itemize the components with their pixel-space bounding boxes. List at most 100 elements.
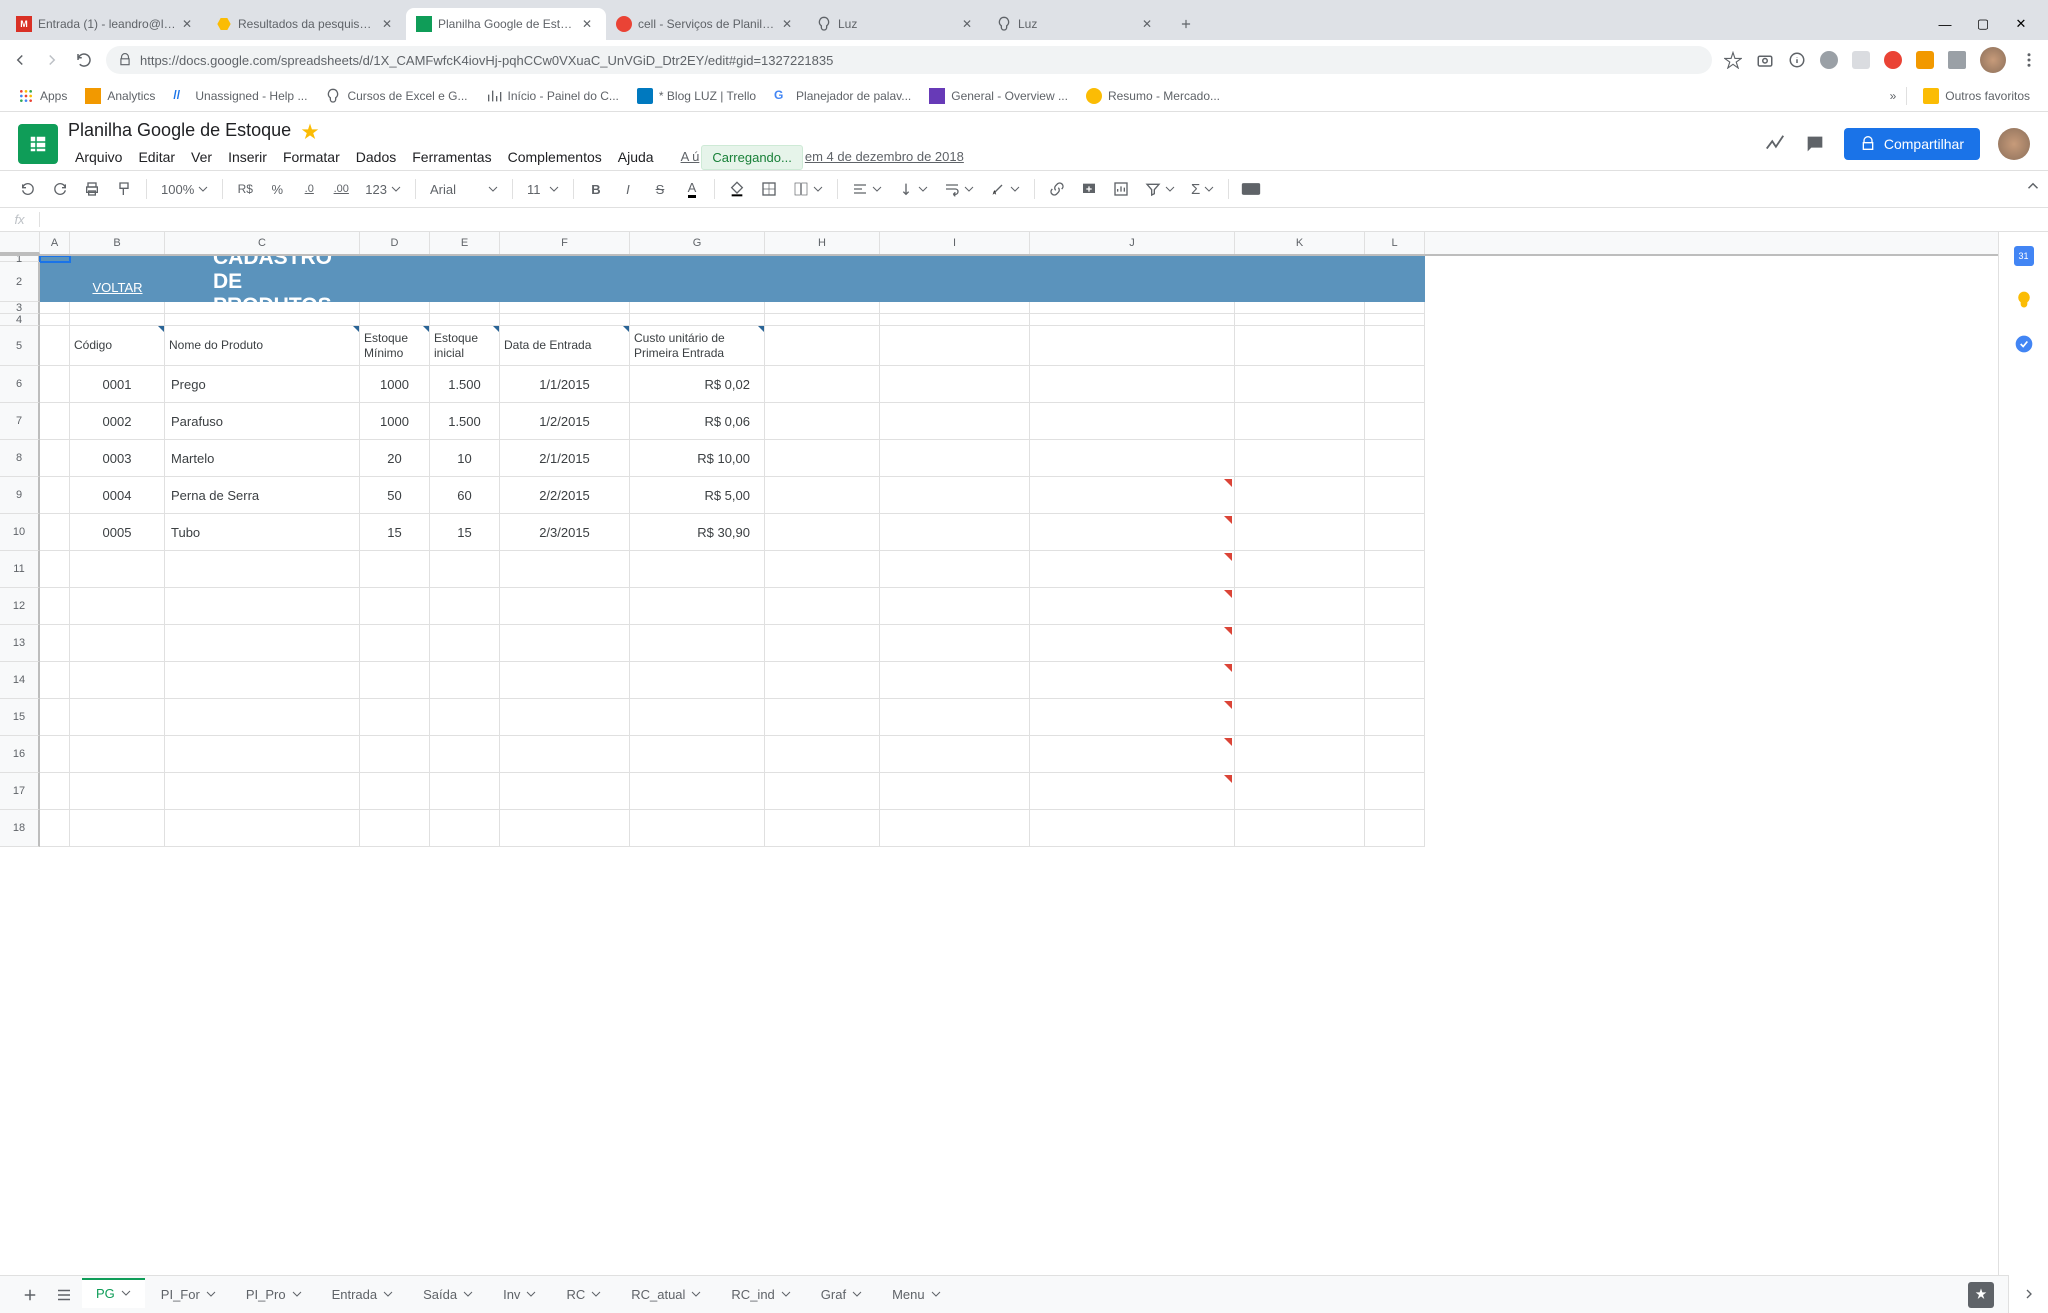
cell[interactable] (430, 262, 500, 302)
cell[interactable] (40, 662, 70, 699)
last-edit[interactable]: em 4 de dezembro de 2018 (805, 145, 964, 170)
col-header-A[interactable]: A (40, 232, 70, 254)
cell[interactable] (1030, 773, 1235, 810)
sheet-tab-PG[interactable]: PG (82, 1278, 145, 1308)
forward-button[interactable] (42, 50, 62, 70)
col-header-F[interactable]: F (500, 232, 630, 254)
cell[interactable] (70, 314, 165, 326)
bookmark-item[interactable]: Início - Painel do C... (480, 84, 625, 108)
table-cell[interactable]: R$ 0,06 (630, 403, 765, 440)
col-header-C[interactable]: C (165, 232, 360, 254)
sheet-tab-Saída[interactable]: Saída (409, 1280, 487, 1310)
sheet-tab-PI_Pro[interactable]: PI_Pro (232, 1280, 316, 1310)
table-header[interactable]: Nome do Produto (165, 326, 360, 366)
cell[interactable] (630, 625, 765, 662)
row-header-17[interactable]: 17 (0, 773, 40, 810)
cell[interactable] (1365, 810, 1425, 847)
profile-avatar[interactable] (1980, 47, 2006, 73)
sheet-tab-RC_ind[interactable]: RC_ind (717, 1280, 804, 1310)
cell[interactable] (40, 326, 70, 366)
cell[interactable] (1365, 302, 1425, 314)
cell[interactable] (1030, 440, 1235, 477)
row-header-18[interactable]: 18 (0, 810, 40, 847)
cell[interactable] (1030, 810, 1235, 847)
cell[interactable] (360, 810, 430, 847)
table-header[interactable]: Código (70, 326, 165, 366)
format-select[interactable]: 123 (359, 177, 407, 201)
cell[interactable] (1235, 262, 1365, 302)
cell[interactable] (765, 326, 880, 366)
cell[interactable] (165, 588, 360, 625)
sheet-tab-Entrada[interactable]: Entrada (318, 1280, 408, 1310)
cell[interactable] (880, 588, 1030, 625)
cell[interactable] (70, 699, 165, 736)
cell[interactable] (765, 551, 880, 588)
wrap-button[interactable] (938, 177, 980, 201)
menu-insert[interactable]: Inserir (221, 145, 274, 170)
cell[interactable] (880, 440, 1030, 477)
ext-icon[interactable] (1820, 51, 1838, 69)
percent-button[interactable]: % (263, 175, 291, 203)
table-cell[interactable]: 1/1/2015 (500, 366, 630, 403)
cell[interactable] (1235, 625, 1365, 662)
halign-button[interactable] (846, 177, 888, 201)
table-cell[interactable]: 20 (360, 440, 430, 477)
col-header-B[interactable]: B (70, 232, 165, 254)
cell[interactable] (1235, 588, 1365, 625)
link-button[interactable] (1043, 175, 1071, 203)
row-header-4[interactable]: 4 (0, 314, 40, 326)
close-icon[interactable]: ✕ (582, 17, 596, 31)
cell[interactable] (630, 773, 765, 810)
cell[interactable] (630, 551, 765, 588)
table-header[interactable]: Estoque inicial (430, 326, 500, 366)
maximize-button[interactable]: ▢ (1974, 15, 1992, 33)
cell[interactable] (1030, 662, 1235, 699)
cell[interactable] (40, 366, 70, 403)
cell[interactable] (765, 314, 880, 326)
cell[interactable] (880, 625, 1030, 662)
cell[interactable] (40, 256, 70, 262)
table-cell[interactable]: 0002 (70, 403, 165, 440)
functions-button[interactable]: Σ (1185, 177, 1220, 201)
keyboard-button[interactable] (1237, 175, 1265, 203)
cell[interactable] (1365, 662, 1425, 699)
sheets-logo[interactable] (18, 124, 58, 164)
cell[interactable] (430, 662, 500, 699)
row-header-8[interactable]: 8 (0, 440, 40, 477)
cell[interactable] (765, 625, 880, 662)
table-cell[interactable]: Martelo (165, 440, 360, 477)
row-header-10[interactable]: 10 (0, 514, 40, 551)
cell[interactable] (880, 302, 1030, 314)
comments-icon[interactable] (1804, 133, 1826, 155)
table-cell[interactable]: 1000 (360, 366, 430, 403)
chevron-down-icon[interactable] (121, 1286, 131, 1301)
comment-button[interactable] (1075, 175, 1103, 203)
italic-button[interactable]: I (614, 175, 642, 203)
ext-icon[interactable] (1884, 51, 1902, 69)
table-cell[interactable]: Tubo (165, 514, 360, 551)
bookmark-overflow[interactable]: » (1890, 89, 1897, 103)
cell[interactable] (360, 588, 430, 625)
table-cell[interactable]: Parafuso (165, 403, 360, 440)
cell[interactable] (70, 625, 165, 662)
cell[interactable] (500, 662, 630, 699)
cell[interactable] (765, 477, 880, 514)
cell[interactable] (765, 514, 880, 551)
browser-tab-1[interactable]: Resultados da pesquisa - Go ✕ (206, 8, 406, 40)
table-cell[interactable]: 15 (360, 514, 430, 551)
cell[interactable] (70, 551, 165, 588)
table-cell[interactable]: Perna de Serra (165, 477, 360, 514)
cell[interactable] (1365, 736, 1425, 773)
table-cell[interactable]: 0004 (70, 477, 165, 514)
minimize-button[interactable]: — (1936, 15, 1954, 33)
cell[interactable] (880, 736, 1030, 773)
cell[interactable] (1235, 773, 1365, 810)
cell[interactable] (1365, 403, 1425, 440)
cell[interactable] (1235, 366, 1365, 403)
cell[interactable] (360, 314, 430, 326)
cell[interactable] (630, 302, 765, 314)
browser-tab-4[interactable]: Luz ✕ (806, 8, 986, 40)
row-header-12[interactable]: 12 (0, 588, 40, 625)
reload-button[interactable] (74, 50, 94, 70)
text-color-button[interactable]: A (678, 175, 706, 203)
